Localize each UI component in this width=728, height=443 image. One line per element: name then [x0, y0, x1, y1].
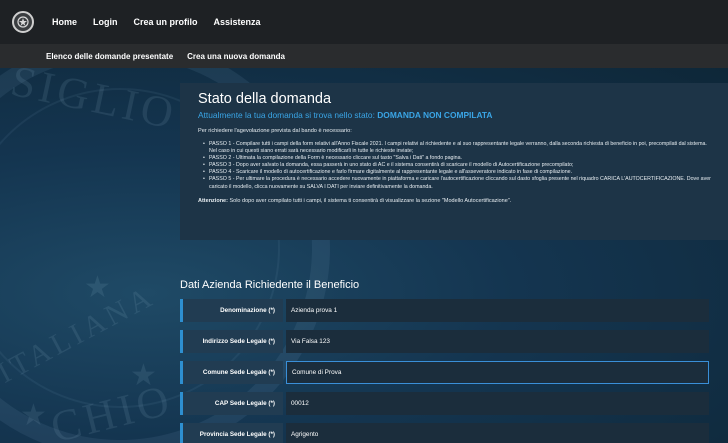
step-item: PASSO 1 - Compilare tutti i campi della … [203, 141, 716, 155]
nav-home-link[interactable]: Home [52, 17, 77, 27]
secondary-navbar: Elenco delle domande presentate Crea una… [0, 44, 728, 68]
steps-list: PASSO 1 - Compilare tutti i campi della … [203, 141, 716, 191]
provincia-input[interactable] [286, 423, 709, 443]
application-status-panel: Stato della domanda Attualmente la tua d… [180, 83, 728, 240]
form-section-title: Dati Azienda Richiedente il Beneficio [180, 279, 360, 291]
attention-label: Attenzione: [198, 197, 228, 204]
denominazione-row: Denominazione (*) [180, 299, 728, 322]
provincia-row: Provincia Sede Legale (*) [180, 423, 728, 443]
status-intro: Per richiedere l'agevolazione prevista d… [198, 128, 352, 134]
comune-input[interactable] [286, 361, 709, 384]
step-item: PASSO 3 - Dopo aver salvato la domanda, … [203, 162, 716, 169]
comune-label: Comune Sede Legale (*) [180, 361, 283, 384]
denominazione-input[interactable] [286, 299, 709, 322]
submitted-applications-link[interactable]: Elenco delle domande presentate [46, 52, 173, 61]
status-line: Attualmente la tua domanda si trova nell… [198, 110, 716, 120]
step-item: PASSO 5 - Per ultimare la procedura è ne… [203, 176, 716, 190]
indirizzo-input[interactable] [286, 330, 709, 353]
watermark-star-icon: ★ [84, 271, 111, 304]
nav-assistance-link[interactable]: Assistenza [214, 17, 261, 27]
cap-label: CAP Sede Legale (*) [180, 392, 283, 415]
provincia-label: Provincia Sede Legale (*) [180, 423, 283, 443]
indirizzo-label: Indirizzo Sede Legale (*) [180, 330, 283, 353]
top-navbar: Home Login Crea un profilo Assistenza [0, 0, 728, 44]
cap-input[interactable] [286, 392, 709, 415]
emblem-logo-icon[interactable] [12, 11, 34, 33]
status-title: Stato della domanda [198, 91, 332, 107]
attention-text: Solo dopo aver compilato tutti i campi, … [227, 197, 512, 204]
cap-row: CAP Sede Legale (*) [180, 392, 728, 415]
comune-row: Comune Sede Legale (*) [180, 361, 728, 384]
status-badge: DOMANDA NON COMPILATA [377, 110, 493, 120]
nav-create-profile-link[interactable]: Crea un profilo [134, 17, 198, 27]
attention-note: Attenzione: Solo dopo aver compilato tut… [198, 198, 716, 204]
watermark-star-icon: ★ [20, 399, 47, 432]
watermark-star-icon: ★ [130, 359, 157, 392]
step-item: PASSO 4 - Scaricare il modello di autoce… [203, 169, 716, 176]
new-application-link[interactable]: Crea una nuova domanda [187, 52, 285, 61]
status-prefix: Attualmente la tua domanda si trova nell… [198, 110, 378, 120]
nav-login-link[interactable]: Login [93, 17, 118, 27]
step-item: PASSO 2 - Ultimata la compilazione della… [203, 155, 716, 162]
denominazione-label: Denominazione (*) [180, 299, 283, 322]
indirizzo-row: Indirizzo Sede Legale (*) [180, 330, 728, 353]
